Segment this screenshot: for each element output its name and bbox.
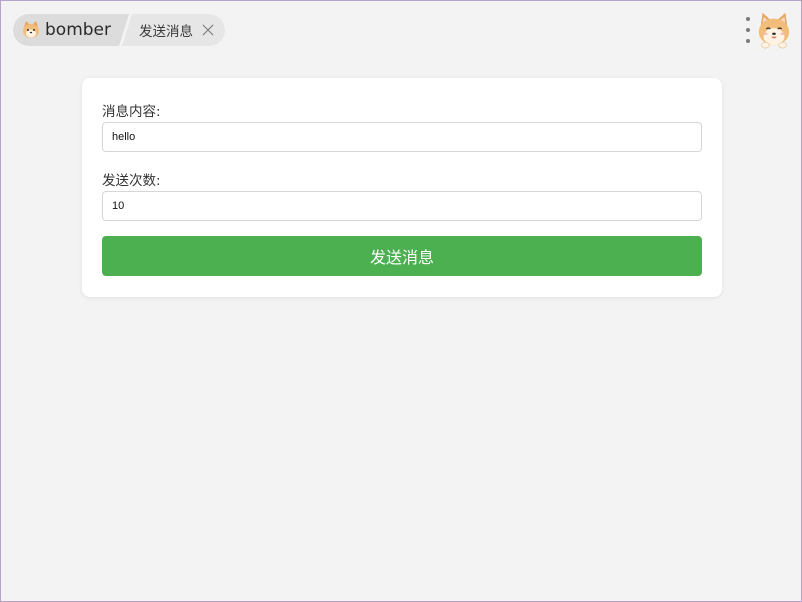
app-tab[interactable]: bomber [13, 14, 129, 46]
message-content-label: 消息内容: [102, 104, 161, 120]
shiba-dog-icon [21, 20, 41, 40]
message-content-input[interactable] [102, 122, 702, 152]
send-count-input[interactable] [102, 191, 702, 221]
kebab-dot [746, 17, 750, 21]
tab-send-message[interactable]: 发送消息 [122, 14, 225, 46]
shiba-dog-avatar[interactable] [755, 11, 793, 49]
tab-label: 发送消息 [139, 24, 193, 40]
close-icon[interactable] [201, 23, 215, 37]
kebab-dot [746, 28, 750, 32]
tab-bar: bomber 发送消息 [13, 14, 225, 46]
send-count-label: 发送次数: [102, 173, 161, 189]
app-name: bomber [45, 20, 111, 40]
more-vertical-icon[interactable] [741, 17, 755, 43]
kebab-dot [746, 39, 750, 43]
send-message-button[interactable]: 发送消息 [102, 236, 702, 276]
send-message-form: 消息内容: 发送次数: 发送消息 [82, 78, 722, 297]
